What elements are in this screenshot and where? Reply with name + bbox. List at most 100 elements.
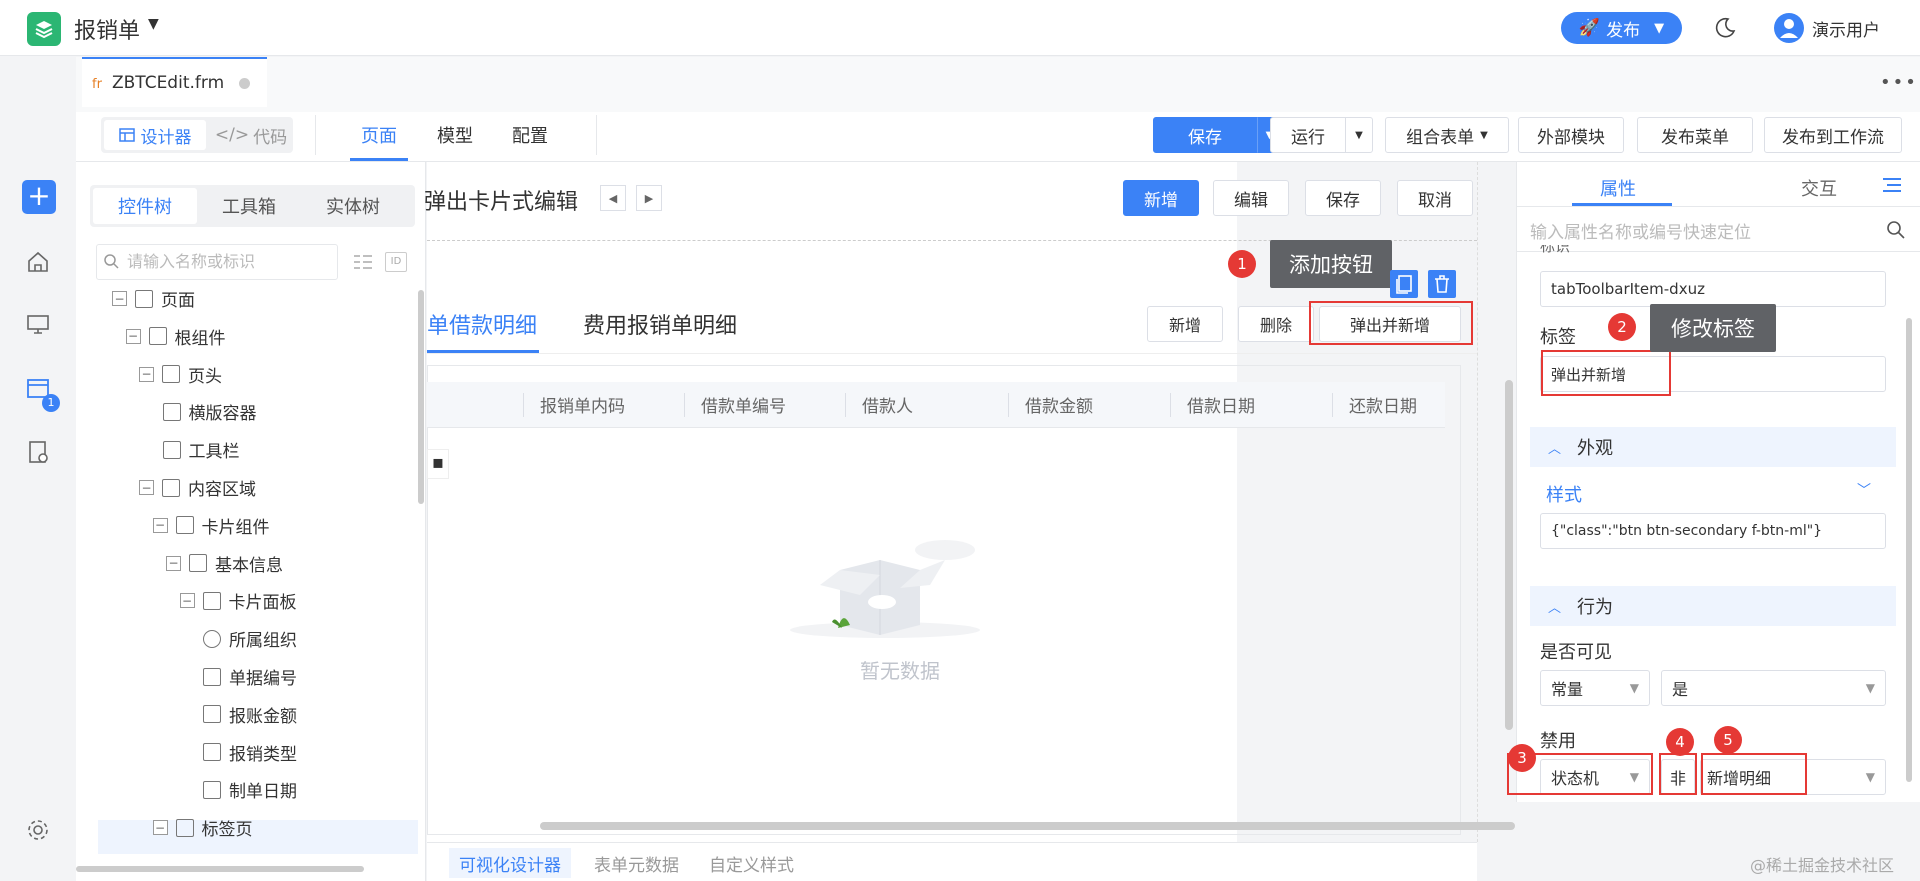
collapse-toggle-icon[interactable]: − (125, 328, 141, 344)
scrollbar[interactable] (1505, 380, 1513, 730)
behavior-section-header[interactable]: ︿ 行为 (1530, 586, 1896, 626)
form-edit-button[interactable]: 编辑 (1213, 180, 1289, 216)
tab-loan-detail[interactable]: 单借款明细 (427, 308, 537, 340)
column-header[interactable]: 借款单编号 (701, 392, 786, 417)
search-icon[interactable] (1886, 220, 1906, 240)
column-header[interactable]: 报销单内码 (540, 392, 625, 417)
tree-node[interactable]: 所属组织 (193, 626, 297, 651)
app-title[interactable]: 报销单 (74, 13, 140, 45)
tree-search-input[interactable]: 请输入名称或标识 (96, 244, 338, 280)
chevron-down-icon[interactable]: ﹀ (1857, 480, 1871, 500)
column-header[interactable]: 还款日期 (1349, 392, 1417, 417)
tab-entity-tree[interactable]: 实体树 (301, 188, 405, 224)
publish-menu-button[interactable]: 发布菜单 (1637, 117, 1753, 153)
chevron-down-icon[interactable]: ▼ (148, 16, 159, 32)
document-settings-icon[interactable] (24, 438, 52, 466)
code-view-button[interactable]: </> 代码 (212, 120, 290, 150)
tree-node[interactable]: 报账金额 (193, 702, 297, 727)
tab-custom-style[interactable]: 自定义样式 (699, 848, 804, 878)
publish-button[interactable]: 🚀 发布 ▼ (1561, 12, 1682, 44)
column-divider[interactable] (845, 393, 846, 417)
tab-interaction[interactable]: 交互 (1801, 175, 1837, 201)
home-icon[interactable] (24, 248, 52, 276)
tree-node[interactable]: − 页面 (112, 286, 195, 311)
tab-control-tree[interactable]: 控件树 (93, 188, 197, 224)
tree-node[interactable]: − 卡片面板 (179, 588, 297, 613)
tree-node[interactable]: − 基本信息 (166, 551, 283, 576)
tab-expense-detail[interactable]: 费用报销单明细 (583, 308, 737, 340)
next-arrow-icon[interactable]: ▶ (636, 185, 662, 211)
visible-value-select[interactable]: 是 ▼ (1661, 670, 1886, 706)
menu-icon[interactable] (1882, 176, 1902, 194)
form-add-button[interactable]: 新增 (1123, 180, 1199, 216)
user-name[interactable]: 演示用户 (1812, 16, 1880, 41)
column-header[interactable]: 借款人 (862, 392, 913, 417)
collapse-all-icon[interactable] (352, 252, 374, 272)
collapse-toggle-icon[interactable]: − (139, 366, 154, 382)
collapse-toggle-icon[interactable]: − (166, 555, 181, 571)
tab-visual-designer[interactable]: 可视化设计器 (449, 848, 571, 878)
tree-node[interactable]: 工具栏 (153, 437, 240, 462)
save-button[interactable]: 保存 (1153, 117, 1257, 153)
collapse-toggle-icon[interactable]: − (179, 593, 195, 609)
form-cancel-button[interactable]: 取消 (1397, 180, 1473, 216)
file-tab-label[interactable]: ZBTCEdit.frm (112, 73, 224, 93)
scrollbar[interactable] (418, 290, 424, 504)
moon-icon[interactable] (1713, 16, 1737, 40)
scrollbar[interactable] (76, 866, 364, 872)
combine-form-button[interactable]: 组合表单 ▼ (1385, 117, 1509, 153)
tab-form-metadata[interactable]: 表单元数据 (584, 848, 689, 878)
add-icon[interactable]: + (22, 180, 56, 214)
tree-node[interactable]: 制单日期 (193, 777, 297, 802)
tree-node[interactable]: − 内容区域 (139, 475, 256, 500)
tab-config[interactable]: 配置 (512, 122, 548, 148)
collapse-toggle-icon[interactable]: − (152, 820, 168, 836)
column-divider[interactable] (1332, 393, 1333, 417)
column-divider[interactable] (684, 393, 685, 417)
designer-view-button[interactable]: 设计器 (104, 120, 206, 150)
column-header[interactable]: 借款日期 (1187, 392, 1255, 417)
form-title[interactable]: 弹出卡片式编辑 (424, 184, 578, 216)
appearance-section-header[interactable]: ︿ 外观 (1530, 427, 1896, 467)
style-field[interactable]: {"class":"btn btn-secondary f-btn-ml"} (1540, 513, 1886, 549)
run-dropdown-button[interactable]: ▼ (1345, 117, 1373, 153)
tab-model[interactable]: 模型 (437, 122, 473, 148)
scrollbar[interactable] (540, 822, 1515, 830)
column-header[interactable]: 借款金额 (1025, 392, 1093, 417)
id-icon[interactable]: ID (385, 252, 407, 272)
visible-mode-select[interactable]: 常量 ▼ (1540, 670, 1650, 706)
prev-arrow-icon[interactable]: ◀ (600, 185, 626, 211)
detail-delete-button[interactable]: 删除 (1238, 306, 1314, 342)
detail-add-button[interactable]: 新增 (1147, 306, 1223, 342)
tree-node[interactable]: 单据编号 (193, 664, 297, 689)
style-label[interactable]: 样式 (1546, 481, 1582, 507)
monitor-icon[interactable] (24, 310, 52, 338)
tree-node[interactable]: − 卡片组件 (152, 513, 270, 538)
collapse-toggle-icon[interactable]: − (152, 517, 168, 533)
id-field[interactable]: tabToolbarItem-dxuz (1540, 271, 1886, 307)
tree-node[interactable]: − 标签页 (152, 815, 253, 840)
scrollbar[interactable] (1906, 318, 1912, 782)
copy-icon[interactable] (1390, 270, 1418, 298)
app-logo-icon[interactable] (27, 12, 61, 46)
run-button[interactable]: 运行 (1270, 117, 1346, 153)
grid-row-handle[interactable]: ▪ (427, 449, 449, 479)
more-icon[interactable]: ••• (1880, 72, 1918, 93)
publish-workflow-button[interactable]: 发布到工作流 (1764, 117, 1902, 153)
gear-icon[interactable] (26, 818, 50, 842)
form-save-button[interactable]: 保存 (1305, 180, 1381, 216)
tab-toolbox[interactable]: 工具箱 (197, 188, 301, 224)
trash-icon[interactable] (1428, 270, 1456, 298)
tree-node[interactable]: − 页头 (139, 362, 222, 387)
tab-page[interactable]: 页面 (361, 122, 397, 148)
tab-properties[interactable]: 属性 (1600, 175, 1636, 201)
avatar[interactable] (1774, 13, 1804, 43)
column-divider[interactable] (1008, 393, 1009, 417)
external-module-button[interactable]: 外部模块 (1518, 117, 1624, 153)
tree-node[interactable]: 横版容器 (153, 399, 257, 424)
tree-node[interactable]: − 根组件 (125, 324, 226, 349)
collapse-toggle-icon[interactable]: − (139, 480, 154, 495)
tree-node[interactable]: 报销类型 (193, 740, 297, 765)
column-divider[interactable] (1170, 393, 1171, 417)
collapse-toggle-icon[interactable]: − (112, 291, 127, 306)
